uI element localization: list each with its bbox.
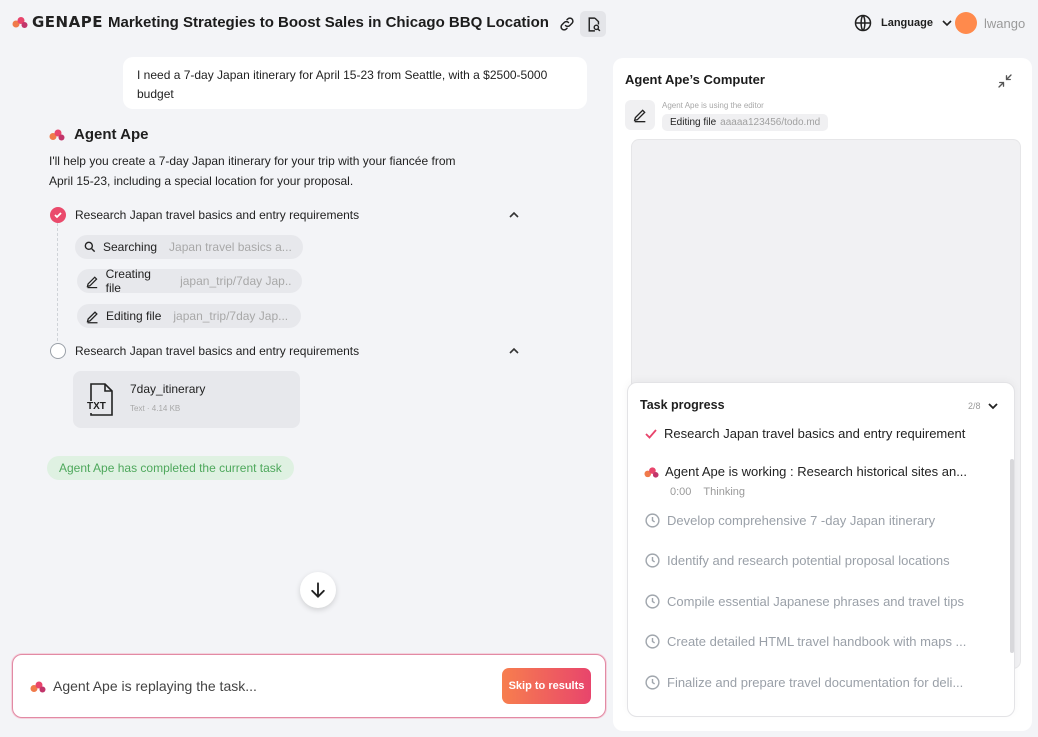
chevron-up-icon[interactable] <box>508 209 520 221</box>
action-pill-creating-file[interactable]: Creating file japan_trip/7day Jap... <box>77 267 302 295</box>
tool-status: Agent Ape is using the editor <box>662 101 764 110</box>
action-pill-searching[interactable]: Searching Japan travel basics a... <box>75 235 303 259</box>
task-progress-toggle[interactable]: 2/8 <box>968 400 999 412</box>
task-label: Compile essential Japanese phrases and t… <box>667 594 965 609</box>
pencil-icon <box>86 275 98 288</box>
input-placeholder: Agent Ape is replaying the task... <box>53 678 257 694</box>
avatar <box>955 12 977 34</box>
task-item: Research Japan travel basics and entry r… <box>644 426 984 441</box>
task-item: Identify and research potential proposal… <box>644 552 984 569</box>
action-detail: japan_trip/7day Jap... <box>173 309 289 323</box>
task-label: Research Japan travel basics and entry r… <box>664 426 966 441</box>
step-connector <box>57 223 58 341</box>
chat-input-box[interactable]: Agent Ape is replaying the task... Skip … <box>12 654 606 718</box>
check-icon <box>50 207 66 223</box>
pencil-icon <box>633 109 646 123</box>
agent-name: Agent Ape <box>74 126 149 143</box>
task-label: Create detailed HTML travel handbook wit… <box>667 634 967 649</box>
task-label: Agent Ape is working : Research historic… <box>665 464 968 479</box>
task-item: Compile essential Japanese phrases and t… <box>644 593 984 610</box>
ape-logo-icon <box>30 681 46 693</box>
logo-text: GENAPE <box>32 13 103 31</box>
document-search-icon[interactable] <box>580 11 606 37</box>
ape-logo-icon <box>49 129 65 141</box>
clock-icon <box>645 553 660 568</box>
status-badge: Agent Ape has completed the current task <box>47 456 294 480</box>
action-label: Editing file <box>106 309 162 323</box>
task-item: Create detailed HTML travel handbook wit… <box>644 633 984 650</box>
link-icon[interactable] <box>554 11 580 37</box>
tool-path: aaaaa123456/todo.md <box>720 117 821 128</box>
step-row[interactable]: Research Japan travel basics and entry r… <box>50 207 520 223</box>
task-label: Develop comprehensive 7 -day Japan itine… <box>667 513 936 528</box>
tool-action: Editing file <box>670 117 717 128</box>
collapse-icon[interactable] <box>996 72 1014 90</box>
clock-icon <box>645 634 660 649</box>
task-list-scrollbar[interactable] <box>1010 459 1014 653</box>
task-item: Develop comprehensive 7 -day Japan itine… <box>644 512 984 529</box>
agent-intro: I'll help you create a 7-day Japan itine… <box>49 154 456 188</box>
task-item: Agent Ape is working : Research historic… <box>644 464 984 479</box>
user-menu[interactable]: lwango <box>955 12 1025 34</box>
agent-header: Agent Ape <box>49 126 148 143</box>
task-item: Finalize and prepare travel documentatio… <box>644 674 984 691</box>
task-label: Identify and research potential proposal… <box>667 553 950 568</box>
language-label: Language <box>881 17 933 29</box>
user-message: I need a 7-day Japan itinerary for April… <box>123 57 587 109</box>
clock-icon <box>645 513 660 528</box>
language-selector[interactable]: Language <box>853 13 953 33</box>
task-count: 2/8 <box>968 401 981 411</box>
pending-circle-icon <box>50 343 66 359</box>
username: lwango <box>984 15 1026 31</box>
action-label: Creating file <box>105 267 151 295</box>
file-name: 7day_itinerary <box>130 382 206 396</box>
scroll-down-button[interactable] <box>300 572 336 608</box>
clock-icon <box>645 675 660 690</box>
pencil-icon <box>86 310 98 323</box>
skip-to-results-button[interactable]: Skip to results <box>502 668 591 704</box>
tool-action-chip: Editing file aaaaa123456/todo.md <box>662 114 829 131</box>
step-label: Research Japan travel basics and entry r… <box>75 208 360 222</box>
panel-title: Agent Ape’s Computer <box>625 72 765 87</box>
file-meta: Text · 4.14 KB <box>130 404 181 413</box>
ape-logo-icon <box>644 466 659 478</box>
globe-icon <box>854 14 872 32</box>
chevron-up-icon[interactable] <box>508 345 520 357</box>
chevron-down-icon <box>942 20 952 27</box>
task-progress-title: Task progress <box>640 398 725 412</box>
page-title: Marketing Strategies to Boost Sales in C… <box>108 14 549 31</box>
action-label: Searching <box>103 240 158 254</box>
task-state: Thinking <box>703 486 745 498</box>
editor-icon <box>625 100 655 130</box>
action-pill-editing-file[interactable]: Editing file japan_trip/7day Jap... <box>77 304 301 328</box>
file-card[interactable]: TXT 7day_itinerary Text · 4.14 KB <box>73 371 300 428</box>
task-label: Finalize and prepare travel documentatio… <box>667 675 964 690</box>
task-timer: 0:00 <box>670 486 692 498</box>
task-working-meta: 0:00 Thinking <box>670 486 745 498</box>
search-icon <box>84 241 96 253</box>
clock-icon <box>645 594 660 609</box>
ape-logo-icon <box>12 17 28 28</box>
step-row[interactable]: Research Japan travel basics and entry r… <box>50 343 520 359</box>
task-progress-card: Task progress 2/8 Research Japan travel … <box>627 382 1015 717</box>
arrow-down-icon <box>311 582 325 598</box>
file-type-badge: TXT <box>87 401 106 412</box>
step-label: Research Japan travel basics and entry r… <box>75 344 360 358</box>
checkmark-icon <box>645 428 657 439</box>
action-detail: japan_trip/7day Jap... <box>180 274 292 288</box>
chevron-down-icon <box>987 403 998 410</box>
action-detail: Japan travel basics a... <box>169 240 292 254</box>
txt-file-icon: TXT <box>86 383 118 417</box>
brand-logo[interactable]: GENAPE <box>12 13 103 31</box>
